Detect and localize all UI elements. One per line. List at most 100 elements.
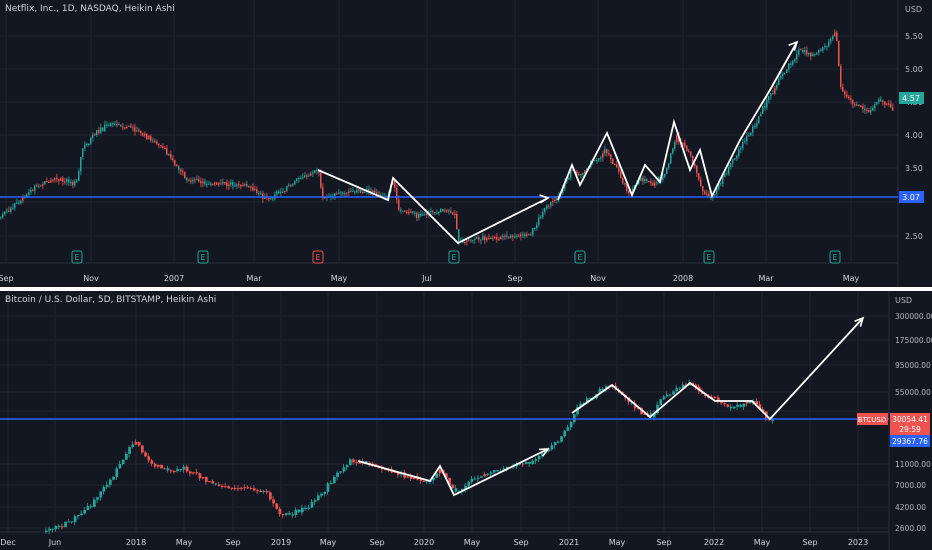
netflix-candle (642, 178, 644, 182)
netflix-candle (476, 237, 478, 239)
netflix-candle (242, 185, 244, 187)
bitcoin-candle (285, 513, 288, 515)
bitcoin-candle (182, 466, 186, 470)
bitcoin-candle (105, 484, 109, 487)
netflix-candle (400, 209, 402, 211)
netflix-candle (126, 126, 128, 128)
bitcoin-candle (243, 487, 247, 489)
bitcoin-candle (288, 513, 291, 515)
bitcoin-candle (320, 493, 323, 496)
netflix-chart-pane[interactable]: EEEEEEEUSD2.503.504.004.505.005.504.573.… (0, 0, 932, 287)
bitcoin-candle (144, 452, 147, 457)
netflix-candle (206, 183, 208, 185)
time-axis-label: 2007 (164, 274, 184, 283)
netflix-candle (166, 148, 168, 155)
netflix-candle (486, 238, 488, 241)
netflix-candle (458, 229, 460, 242)
bitcoin-candle (272, 499, 275, 504)
netflix-candle (860, 105, 862, 107)
netflix-candle (278, 191, 280, 194)
netflix-candle (674, 142, 676, 149)
netflix-candle (832, 35, 834, 40)
netflix-drawn-path[interactable] (317, 169, 549, 245)
netflix-candle (882, 101, 884, 103)
bitcoin-candle (675, 388, 679, 392)
bitcoin-candle (214, 483, 218, 485)
netflix-candle (314, 170, 316, 173)
bitcoin-candle (80, 513, 83, 516)
netflix-candle (722, 176, 724, 184)
netflix-candle (12, 207, 14, 209)
time-axis-label: May (754, 538, 771, 547)
netflix-candle (200, 181, 202, 184)
netflix-candle (580, 174, 582, 176)
netflix-candle (284, 190, 286, 193)
bitcoin-candle (118, 463, 122, 469)
bitcoin-candle (77, 515, 80, 517)
earnings-marker-label: E (451, 253, 456, 262)
netflix-candle (302, 177, 304, 179)
netflix-candle (86, 143, 88, 146)
netflix-candle (568, 177, 570, 180)
netflix-candle (492, 237, 494, 239)
netflix-candle (774, 88, 776, 94)
netflix-candle (138, 130, 140, 132)
time-axis-label: 2020 (414, 538, 434, 547)
bitcoin-candle (166, 468, 170, 471)
netflix-candle (282, 191, 284, 193)
netflix-candle (180, 169, 182, 172)
netflix-candle (794, 59, 796, 62)
netflix-drawn-path-2[interactable] (557, 41, 798, 201)
netflix-candle (844, 91, 846, 95)
bitcoin-chart[interactable]: USD 2600.00 4200.00 7000.00 11000.00 55000.00… (0, 291, 932, 550)
netflix-candle (364, 191, 366, 193)
bitcoin-candle (262, 491, 266, 493)
netflix-candle (96, 130, 98, 136)
time-axis-label: Sep (507, 274, 522, 283)
netflix-candle (272, 198, 274, 200)
price-axis-tick: 5.50 (905, 32, 923, 41)
time-axis-label: 2023 (848, 538, 868, 547)
bitcoin-chart-pane[interactable]: USD 2600.00 4200.00 7000.00 11000.00 55000.00… (0, 291, 932, 550)
bitcoin-candle (419, 479, 423, 481)
netflix-candle (402, 210, 404, 212)
netflix-candle (734, 158, 736, 160)
bitcoin-drawn-path-2[interactable] (571, 317, 864, 421)
netflix-candle (42, 184, 44, 186)
bitcoin-candle (496, 470, 499, 472)
netflix-candle (348, 191, 350, 193)
netflix-candle (218, 183, 220, 185)
netflix-candle (708, 193, 710, 197)
netflix-candle (190, 180, 192, 182)
bitcoin-candle (352, 459, 355, 463)
netflix-candle (508, 236, 510, 238)
bitcoin-candle (51, 528, 55, 530)
price-axis-tick: 2.50 (905, 232, 923, 241)
time-axis-label: 2022 (704, 538, 724, 547)
netflix-candle (360, 189, 362, 193)
netflix-candle (760, 113, 762, 117)
netflix-candle (766, 99, 768, 108)
netflix-candle (594, 160, 596, 162)
netflix-candle (194, 179, 196, 181)
netflix-candle (888, 103, 890, 105)
bitcoin-candle (291, 514, 295, 516)
netflix-candle (52, 179, 54, 181)
netflix-candle (412, 211, 414, 213)
netflix-candle (884, 101, 886, 105)
netflix-candle (84, 145, 86, 149)
netflix-candle (446, 210, 448, 212)
netflix-candle (474, 238, 476, 240)
netflix-chart[interactable]: EEEEEEEUSD2.503.504.004.505.005.504.573.… (0, 0, 932, 287)
bitcoin-candle (83, 509, 87, 514)
netflix-candle (764, 106, 766, 108)
bitcoin-candle (189, 471, 192, 474)
netflix-candle (782, 73, 784, 76)
netflix-candle (28, 192, 30, 195)
netflix-candle (784, 72, 786, 74)
netflix-candle (56, 177, 58, 180)
netflix-candle (836, 32, 838, 41)
netflix-candle (16, 202, 18, 204)
bitcoin-candle (470, 478, 474, 482)
netflix-candle (286, 186, 288, 191)
